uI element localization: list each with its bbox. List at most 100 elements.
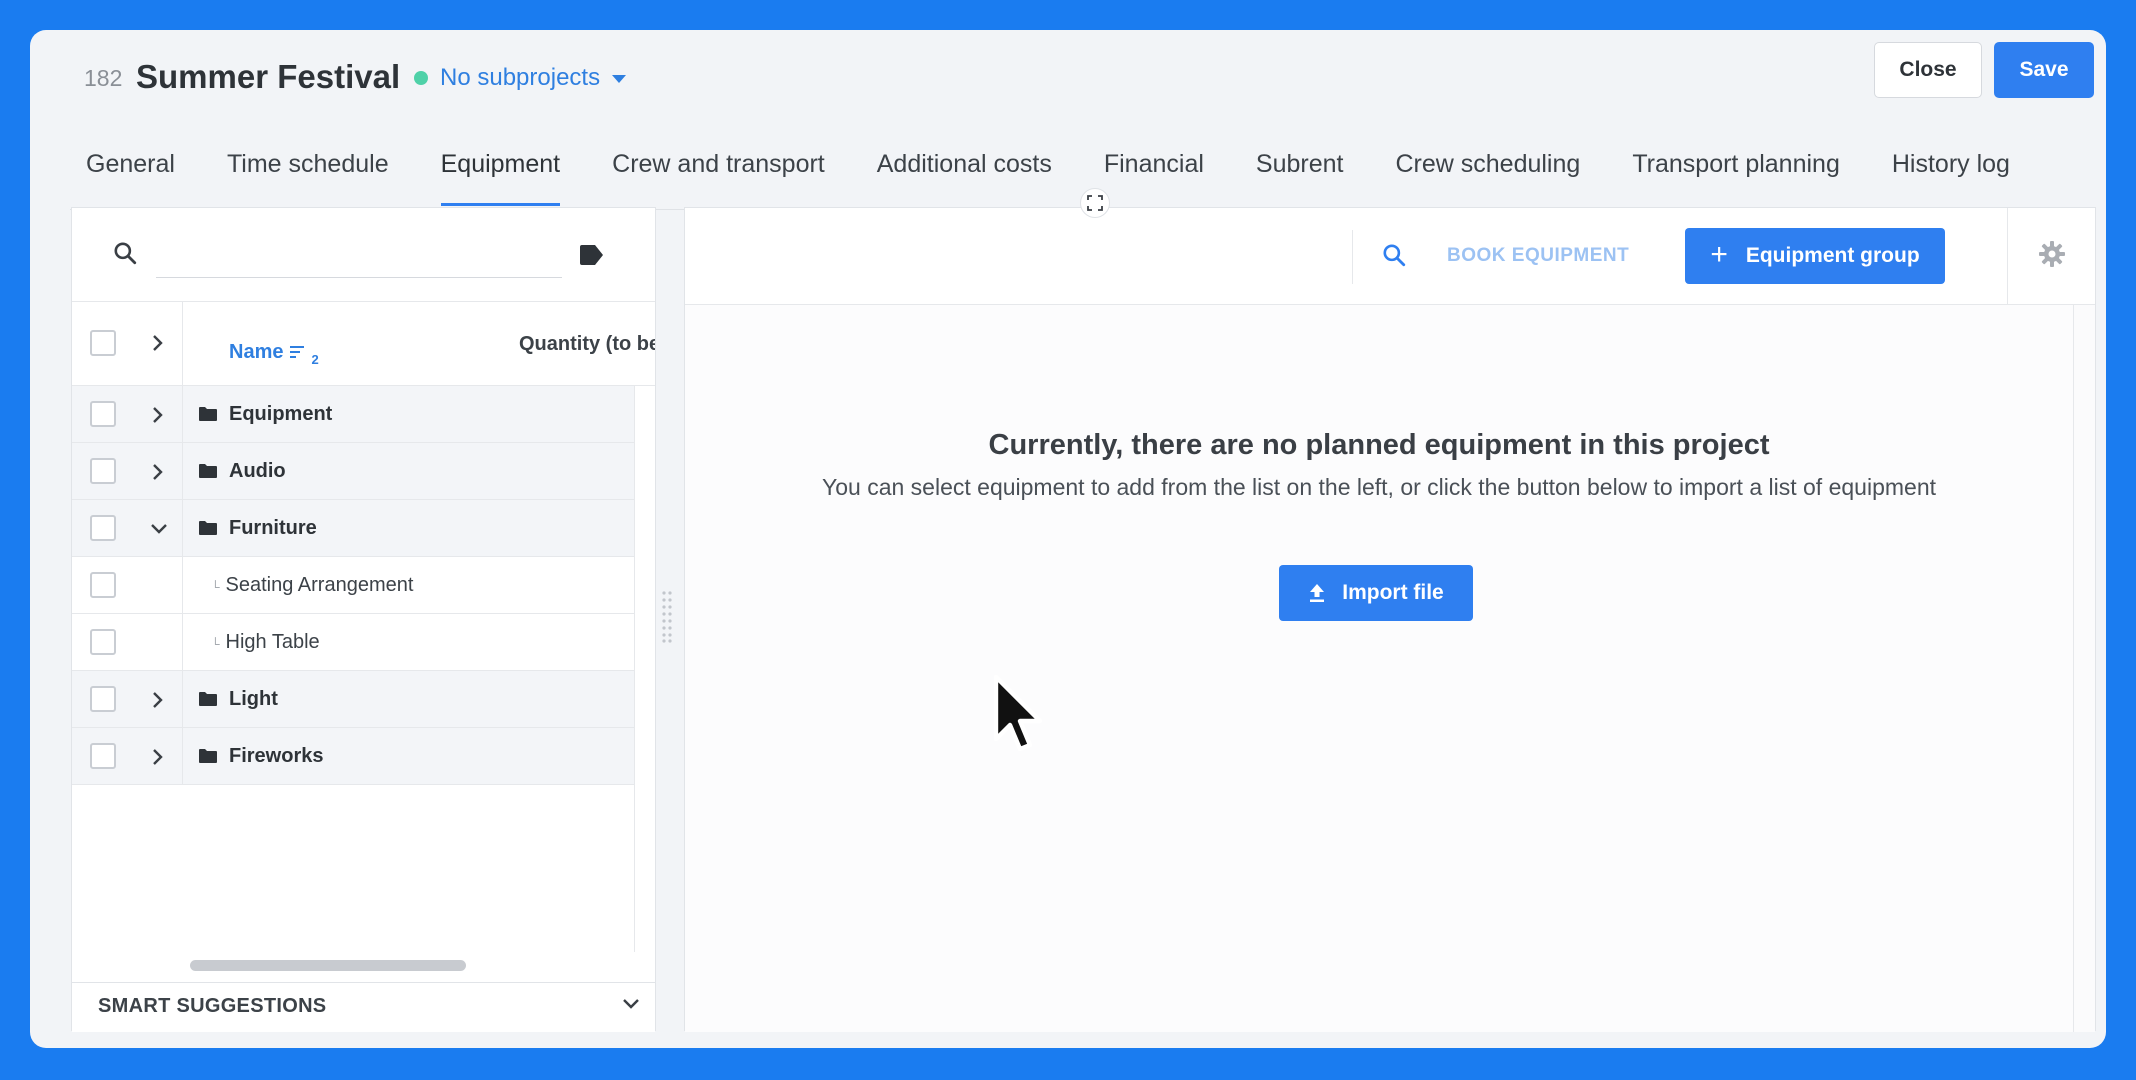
upload-icon xyxy=(1310,584,1325,602)
row-checkbox[interactable] xyxy=(90,572,116,598)
tab-time-schedule[interactable]: Time schedule xyxy=(227,126,389,210)
smart-suggestions-section[interactable]: SMART SUGGESTIONS xyxy=(72,982,655,1032)
catalog-table-header: Name 2 Quantity (to be pla xyxy=(72,302,655,386)
column-divider xyxy=(182,443,183,500)
empty-state: Currently, there are no planned equipmen… xyxy=(685,305,2073,1032)
row-label: High Table xyxy=(225,631,320,653)
import-file-button[interactable]: Import file xyxy=(1279,565,1473,621)
row-label: Equipment xyxy=(229,403,333,425)
column-divider xyxy=(182,302,183,385)
catalog-search-input[interactable] xyxy=(156,238,562,278)
tree-connector-icon: └ xyxy=(211,580,220,594)
sort-index: 2 xyxy=(311,352,319,367)
table-row[interactable]: └ High Table xyxy=(72,614,634,671)
catalog-rows: Equipment Audio Furniture └ Seating Arran… xyxy=(72,386,634,785)
column-header-quantity[interactable]: Quantity (to be pla xyxy=(519,330,655,358)
import-file-label: Import file xyxy=(1342,581,1444,604)
row-checkbox[interactable] xyxy=(90,515,116,541)
search-icon[interactable] xyxy=(112,240,138,266)
chevron-right-icon[interactable] xyxy=(150,691,164,709)
tab-general[interactable]: General xyxy=(86,126,175,210)
save-button[interactable]: Save xyxy=(1994,42,2094,98)
project-title: Summer Festival xyxy=(136,58,401,95)
tree-connector-icon: └ xyxy=(211,637,220,651)
row-label-container: └ Seating Arrangement xyxy=(211,572,413,600)
vertical-scrollbar[interactable] xyxy=(2073,305,2095,1032)
mouse-cursor xyxy=(993,674,1043,752)
book-equipment-button[interactable]: BOOK EQUIPMENT xyxy=(1447,238,1629,274)
table-row[interactable]: Equipment xyxy=(72,386,634,443)
search-icon[interactable] xyxy=(1381,242,1407,268)
folder-icon xyxy=(199,749,217,763)
row-checkbox[interactable] xyxy=(90,629,116,655)
chevron-right-icon[interactable] xyxy=(150,748,164,766)
tab-history-log[interactable]: History log xyxy=(1892,126,2010,210)
chevron-down-icon[interactable] xyxy=(150,522,168,536)
tab-financial[interactable]: Financial xyxy=(1104,126,1204,210)
gear-icon[interactable] xyxy=(2038,240,2066,268)
column-divider xyxy=(182,614,183,671)
row-label: Fireworks xyxy=(229,745,324,767)
expand-glyph xyxy=(1087,195,1103,211)
tab-crew-and-transport[interactable]: Crew and transport xyxy=(612,126,825,210)
planned-equipment-panel: BOOK EQUIPMENT + Equipment group Current… xyxy=(684,207,2096,1032)
row-label: Seating Arrangement xyxy=(225,574,414,596)
project-tabs: General Time schedule Equipment Crew and… xyxy=(70,126,2064,210)
toolbar-divider xyxy=(1352,230,1353,284)
row-checkbox[interactable] xyxy=(90,686,116,712)
table-row[interactable]: └ Seating Arrangement xyxy=(72,557,634,614)
table-row[interactable]: Audio xyxy=(72,443,634,500)
empty-state-subtitle: You can select equipment to add from the… xyxy=(822,474,1936,500)
row-label: Furniture xyxy=(229,517,317,539)
folder-icon xyxy=(199,407,217,421)
tab-additional-costs[interactable]: Additional costs xyxy=(877,126,1052,210)
subprojects-dropdown[interactable]: No subprojects xyxy=(440,58,627,98)
tag-icon[interactable] xyxy=(578,244,604,266)
empty-state-title: Currently, there are no planned equipmen… xyxy=(988,429,1770,461)
row-checkbox[interactable] xyxy=(90,458,116,484)
column-divider xyxy=(182,728,183,785)
close-button[interactable]: Close xyxy=(1874,42,1982,98)
more-vertical-icon[interactable] xyxy=(1937,244,1947,270)
table-row[interactable]: Furniture xyxy=(72,500,634,557)
subprojects-label: No subprojects xyxy=(440,64,601,91)
equipment-catalog-panel: Name 2 Quantity (to be pla Equipment xyxy=(71,207,656,1032)
chevron-right-icon[interactable] xyxy=(150,334,164,352)
horizontal-scrollbar[interactable] xyxy=(190,960,466,971)
row-label: Light xyxy=(229,688,278,710)
row-label: Audio xyxy=(229,460,286,482)
expand-icon[interactable] xyxy=(1080,188,1110,218)
table-row[interactable]: Fireworks xyxy=(72,728,634,785)
column-divider xyxy=(182,500,183,557)
tab-equipment[interactable]: Equipment xyxy=(440,126,560,210)
folder-icon xyxy=(199,521,217,535)
tab-subrent[interactable]: Subrent xyxy=(1256,126,1344,210)
chevron-right-icon[interactable] xyxy=(150,463,164,481)
plus-icon: + xyxy=(1710,237,1728,271)
drag-handle-icon[interactable] xyxy=(662,590,672,644)
project-number: 182 xyxy=(84,65,123,91)
equipment-toolbar: BOOK EQUIPMENT + Equipment group xyxy=(685,208,2095,305)
settings-column xyxy=(2007,208,2097,305)
add-equipment-group-label: Equipment group xyxy=(1745,244,1920,267)
column-name-label: Name xyxy=(229,341,284,363)
tab-crew-scheduling[interactable]: Crew scheduling xyxy=(1395,126,1580,210)
row-checkbox[interactable] xyxy=(90,743,116,769)
folder-icon xyxy=(199,464,217,478)
row-checkbox[interactable] xyxy=(90,401,116,427)
chevron-right-icon[interactable] xyxy=(150,406,164,424)
chevron-down-icon[interactable] xyxy=(622,997,640,1011)
table-row[interactable]: Light xyxy=(72,671,634,728)
select-all-checkbox[interactable] xyxy=(90,330,116,356)
caret-down-icon xyxy=(612,75,627,83)
column-divider xyxy=(182,671,183,728)
smart-suggestions-label: SMART SUGGESTIONS xyxy=(98,995,327,1017)
status-indicator xyxy=(414,71,428,85)
column-header-name[interactable]: Name 2 xyxy=(229,330,319,374)
tab-transport-planning[interactable]: Transport planning xyxy=(1632,126,1840,210)
folder-icon xyxy=(199,692,217,706)
column-divider xyxy=(182,557,183,614)
project-window: 182 Summer Festival No subprojects Close… xyxy=(30,30,2106,1048)
sort-icon xyxy=(290,346,305,358)
add-equipment-group-button[interactable]: + Equipment group xyxy=(1685,228,1945,284)
